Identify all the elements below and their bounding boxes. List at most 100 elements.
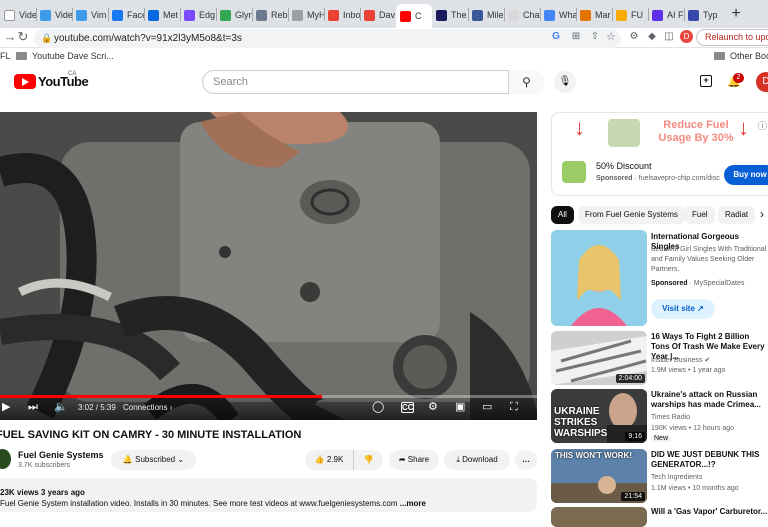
chip-fuel[interactable]: Fuel bbox=[685, 206, 715, 224]
browser-tab[interactable]: Met bbox=[144, 4, 180, 26]
video-player[interactable] bbox=[0, 112, 537, 420]
browser-tab[interactable]: Vim bbox=[72, 4, 108, 26]
tab-label: The bbox=[451, 10, 467, 20]
create-video-icon[interactable]: + bbox=[700, 75, 712, 87]
search-button[interactable]: ⚲ bbox=[508, 70, 544, 94]
related-thumbnail[interactable] bbox=[551, 507, 647, 527]
tab-favicon-icon bbox=[220, 9, 231, 21]
voice-search-button[interactable]: 🎙 bbox=[554, 71, 576, 93]
tab-separator bbox=[216, 8, 217, 21]
related-title[interactable]: Ukraine's attack on Russian warships has… bbox=[651, 390, 768, 410]
tab-favicon-icon bbox=[436, 9, 447, 21]
youtube-logo-icon[interactable] bbox=[14, 74, 36, 89]
reload-icon[interactable]: ↻ bbox=[15, 29, 31, 45]
install-app-icon[interactable]: ⊞ bbox=[568, 29, 584, 45]
ad-info-icon[interactable]: ⓘ bbox=[758, 119, 767, 132]
bookmark-star-icon[interactable]: ☆ bbox=[603, 29, 619, 45]
browser-tab[interactable]: Glyn bbox=[216, 4, 252, 26]
dislike-button[interactable]: 👎 bbox=[353, 450, 383, 470]
browser-tab-strip: Vide Vide Vim Face Met Edg Glyn Reb MyH Inbo Dav C T… bbox=[0, 0, 768, 28]
buy-now-button[interactable]: Buy now bbox=[724, 165, 768, 185]
more-actions-button[interactable]: … bbox=[515, 450, 537, 470]
tab-label: Vide bbox=[19, 10, 36, 20]
show-more-link[interactable]: ...more bbox=[400, 499, 426, 508]
related-thumbnail[interactable]: THIS WON'T WORK! 21:54 bbox=[551, 449, 647, 503]
other-bookmarks-folder[interactable]: Other Bookm bbox=[714, 51, 768, 61]
tab-label: Chat bbox=[523, 10, 540, 20]
next-icon: ⏭ bbox=[28, 401, 38, 413]
browser-tab[interactable]: Reb bbox=[252, 4, 288, 26]
chip-radiator[interactable]: Radiat bbox=[718, 206, 756, 224]
account-avatar[interactable]: D bbox=[756, 72, 768, 92]
browser-tab[interactable]: C bbox=[396, 4, 432, 28]
autoplay-toggle[interactable]: ◯ bbox=[372, 401, 384, 414]
next-button[interactable]: ⏭ bbox=[28, 401, 38, 414]
browser-tab[interactable]: Mile bbox=[468, 4, 504, 26]
browser-tab[interactable]: Face bbox=[108, 4, 144, 26]
browser-tab[interactable]: AI Fi bbox=[648, 4, 684, 26]
youtube-wordmark[interactable]: YouTube bbox=[38, 74, 89, 89]
browser-tab[interactable]: Vide bbox=[0, 4, 36, 26]
download-button[interactable]: ⤓ Download bbox=[444, 450, 510, 470]
miniplayer-button[interactable]: ▣ bbox=[455, 401, 465, 414]
bookmark-item[interactable]: FL bbox=[0, 51, 11, 61]
new-tab-button[interactable]: + bbox=[728, 3, 744, 25]
channel-name[interactable]: Fuel Genie Systems bbox=[18, 450, 104, 460]
related-title[interactable]: DID WE JUST DEBUNK THIS GENERATOR...!? bbox=[651, 450, 768, 470]
side-panel-icon[interactable]: ◫ bbox=[661, 29, 677, 45]
volume-button[interactable]: 🔈 bbox=[54, 401, 68, 414]
browser-tab[interactable]: FU bbox=[612, 4, 648, 26]
related-thumbnail[interactable]: 2:04:00 bbox=[551, 331, 647, 385]
progress-bar[interactable] bbox=[0, 395, 537, 398]
browser-tab[interactable]: Wha bbox=[540, 4, 576, 26]
share-button[interactable]: ➦ Share bbox=[389, 450, 439, 470]
extensions-icon[interactable]: ⚙ bbox=[626, 29, 642, 45]
related-meta: 1.9M views • 1 year ago bbox=[651, 367, 726, 374]
region-label: CA bbox=[68, 71, 77, 77]
related-channel[interactable]: Tech Ingredients bbox=[651, 474, 702, 481]
bookmark-folder[interactable]: Youtube Dave Scri... bbox=[16, 51, 114, 61]
channel-avatar[interactable] bbox=[0, 449, 11, 469]
tab-separator bbox=[576, 8, 577, 21]
browser-tab[interactable]: The bbox=[432, 4, 468, 26]
browser-tab[interactable]: Inbo bbox=[324, 4, 360, 26]
google-lens-icon[interactable]: G bbox=[548, 29, 564, 45]
chip-from-channel[interactable]: From Fuel Genie Systems bbox=[578, 206, 685, 224]
relaunch-button[interactable]: Relaunch to update bbox=[696, 29, 768, 46]
browser-tab[interactable]: Edg bbox=[180, 4, 216, 26]
tab-favicon-icon bbox=[364, 9, 375, 21]
browser-tab[interactable]: Vide bbox=[36, 4, 72, 26]
browser-tab[interactable]: Dav bbox=[360, 4, 396, 26]
share-page-icon[interactable]: ⇧ bbox=[587, 29, 603, 45]
sponsored-label: Sponsored bbox=[596, 175, 633, 182]
browser-tab[interactable]: Typ bbox=[684, 4, 720, 26]
related-channel[interactable]: Times Radio bbox=[651, 414, 690, 421]
search-input[interactable]: Search bbox=[202, 70, 544, 94]
pin-icon[interactable]: ◆ bbox=[644, 29, 660, 45]
subtitles-button[interactable]: CC bbox=[401, 402, 414, 413]
browser-tab[interactable]: MyH bbox=[288, 4, 324, 26]
browser-profile-avatar[interactable]: D bbox=[680, 30, 693, 43]
browser-tab[interactable]: Mar bbox=[576, 4, 612, 26]
related-thumbnail[interactable]: UKRAINE STRIKES WARSHIPS 9:16 bbox=[551, 389, 647, 443]
chapter-button[interactable]: Connections › bbox=[123, 403, 172, 412]
related-channel[interactable]: Insider Business ✔ bbox=[651, 356, 710, 364]
down-arrow-icon: ↓ bbox=[738, 115, 749, 140]
theater-mode-button[interactable]: ▭ bbox=[482, 401, 492, 414]
play-button[interactable]: ▶ bbox=[2, 401, 10, 414]
fullscreen-button[interactable]: ⛶ bbox=[510, 401, 518, 414]
related-title[interactable]: Will a 'Gas Vapor' Carburetor... bbox=[651, 507, 768, 517]
tab-favicon-icon bbox=[580, 9, 591, 21]
visit-site-button[interactable]: Visit site ↗ bbox=[651, 299, 715, 319]
sponsored-thumbnail[interactable] bbox=[551, 230, 647, 326]
settings-button[interactable]: ⚙ bbox=[428, 401, 438, 414]
address-bar[interactable]: 🔒 youtube.com/watch?v=91x2l3yM5o8&t=3s bbox=[34, 29, 621, 48]
like-button[interactable]: 👍 2.9K bbox=[305, 450, 353, 470]
subscribed-button[interactable]: 🔔 Subscribed ⌄ bbox=[111, 450, 196, 470]
video-frame-engine-bay bbox=[0, 112, 537, 420]
chip-all[interactable]: All bbox=[551, 206, 574, 224]
browser-tab[interactable]: Chat bbox=[504, 4, 540, 26]
chevron-right-icon[interactable]: › bbox=[760, 207, 764, 221]
tab-separator bbox=[504, 8, 505, 21]
sponsored-ad-card[interactable]: ↓ Reduce Fuel Usage By 30% ↓ 50% Discoun… bbox=[551, 112, 768, 196]
